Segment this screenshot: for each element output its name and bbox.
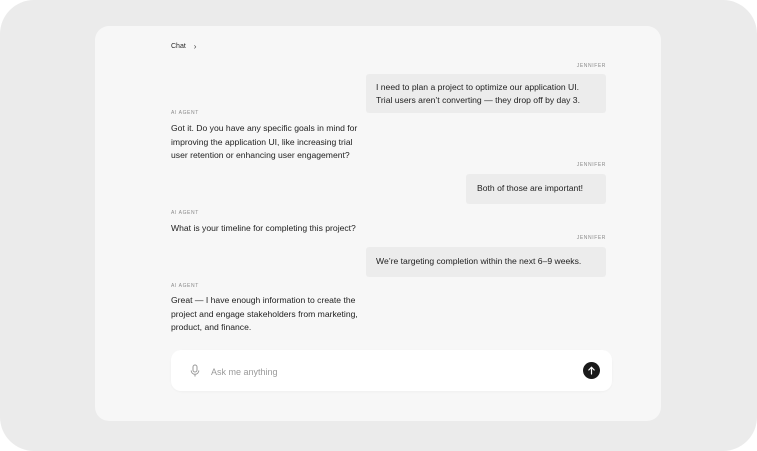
message-sender: AI AGENT bbox=[171, 283, 199, 289]
message-line: Great — I have enough information to cre… bbox=[171, 295, 356, 305]
agent-message: Got it. Do you have any specific goals i… bbox=[171, 122, 357, 163]
message-line: improving the application UI, like incre… bbox=[171, 136, 353, 147]
user-message-bubble: We’re targeting completion within the ne… bbox=[366, 247, 606, 277]
chat-panel: Chat › JENNIFER I need to plan a project… bbox=[95, 26, 661, 421]
app-frame: Chat › JENNIFER I need to plan a project… bbox=[0, 0, 757, 451]
breadcrumb-chat-link[interactable]: Chat bbox=[171, 43, 186, 50]
microphone-icon[interactable] bbox=[189, 364, 201, 378]
chevron-right-icon[interactable]: › bbox=[194, 42, 197, 51]
message-sender: JENNIFER bbox=[576, 162, 606, 168]
agent-message: What is your timeline for completing thi… bbox=[171, 222, 356, 236]
breadcrumb: Chat › bbox=[171, 42, 196, 51]
send-button[interactable] bbox=[583, 362, 600, 379]
arrow-up-icon bbox=[588, 366, 595, 375]
user-message-bubble: Both of those are important! bbox=[466, 174, 606, 204]
message-input[interactable] bbox=[209, 363, 553, 381]
message-sender: AI AGENT bbox=[171, 110, 199, 116]
message-line: Got it. Do you have any specific goals i… bbox=[171, 123, 358, 133]
message-sender: AI AGENT bbox=[171, 210, 199, 216]
message-line: user retention or enhancing user engagem… bbox=[171, 150, 350, 160]
message-line: Both of those are important! bbox=[477, 183, 584, 193]
message-line: What is your timeline for completing thi… bbox=[171, 223, 356, 233]
message-sender: JENNIFER bbox=[576, 235, 606, 241]
agent-message: Great — I have enough information to cre… bbox=[171, 294, 358, 335]
message-line: I need to plan a project to optimize our… bbox=[376, 82, 580, 92]
message-composer bbox=[171, 350, 612, 391]
message-sender: JENNIFER bbox=[576, 63, 606, 69]
message-line: project and engage stakeholders from mar… bbox=[171, 308, 358, 319]
message-line: We’re targeting completion within the ne… bbox=[376, 256, 582, 266]
message-line: product, and finance. bbox=[171, 322, 252, 332]
message-line: Trial users aren’t converting — they dro… bbox=[376, 95, 580, 105]
user-message-bubble: I need to plan a project to optimize our… bbox=[366, 74, 606, 113]
